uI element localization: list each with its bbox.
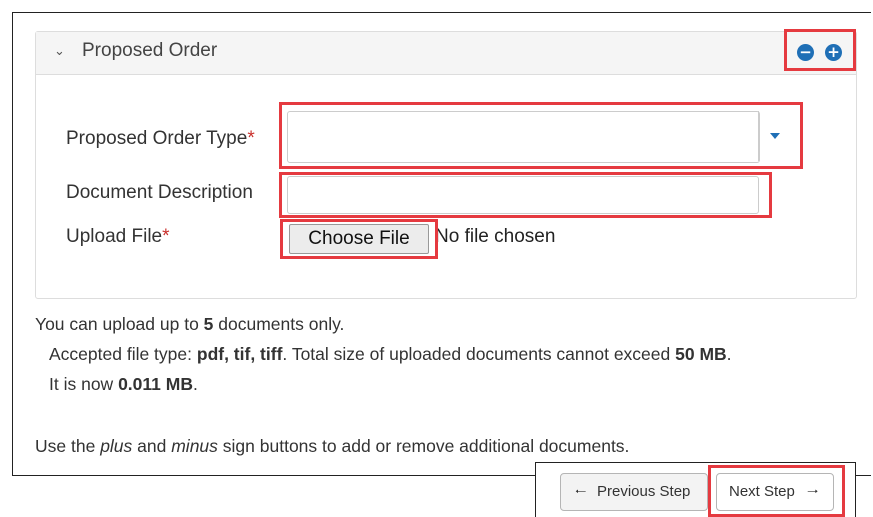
required-mark: * (162, 226, 170, 247)
add-remove-hint-text: Use the plus and minus sign buttons to a… (35, 436, 630, 456)
plus-circle-icon[interactable]: + (825, 44, 842, 61)
chevron-down-icon[interactable]: ⌄ (54, 43, 65, 59)
accepted-types-text: Accepted file type: pdf, tif, tiff. Tota… (49, 344, 732, 364)
no-file-chosen-text: No file chosen (435, 226, 556, 247)
upload-file-label: Upload File* (66, 226, 170, 247)
order-type-label: Proposed Order Type* (66, 128, 255, 149)
previous-step-label: Previous Step (597, 483, 691, 500)
highlight-choose-file (280, 219, 438, 259)
minus-circle-icon[interactable]: − (797, 44, 814, 61)
highlight-order-type (279, 102, 803, 169)
arrow-left-icon: 🠀 (575, 484, 587, 500)
panel-title: Proposed Order (82, 40, 218, 61)
highlight-next-step (708, 465, 845, 517)
highlight-add-remove-buttons: − + (784, 29, 856, 71)
panel-header[interactable]: ⌄ Proposed Order (36, 32, 856, 75)
required-mark: * (247, 128, 255, 149)
previous-step-button[interactable]: 🠀 Previous Step (560, 473, 708, 511)
current-size-text: It is now 0.011 MB. (49, 374, 198, 394)
highlight-doc-description (279, 172, 772, 218)
doc-description-label: Document Description (66, 182, 253, 203)
upload-limit-text: You can upload up to 5 documents only. (35, 314, 345, 334)
